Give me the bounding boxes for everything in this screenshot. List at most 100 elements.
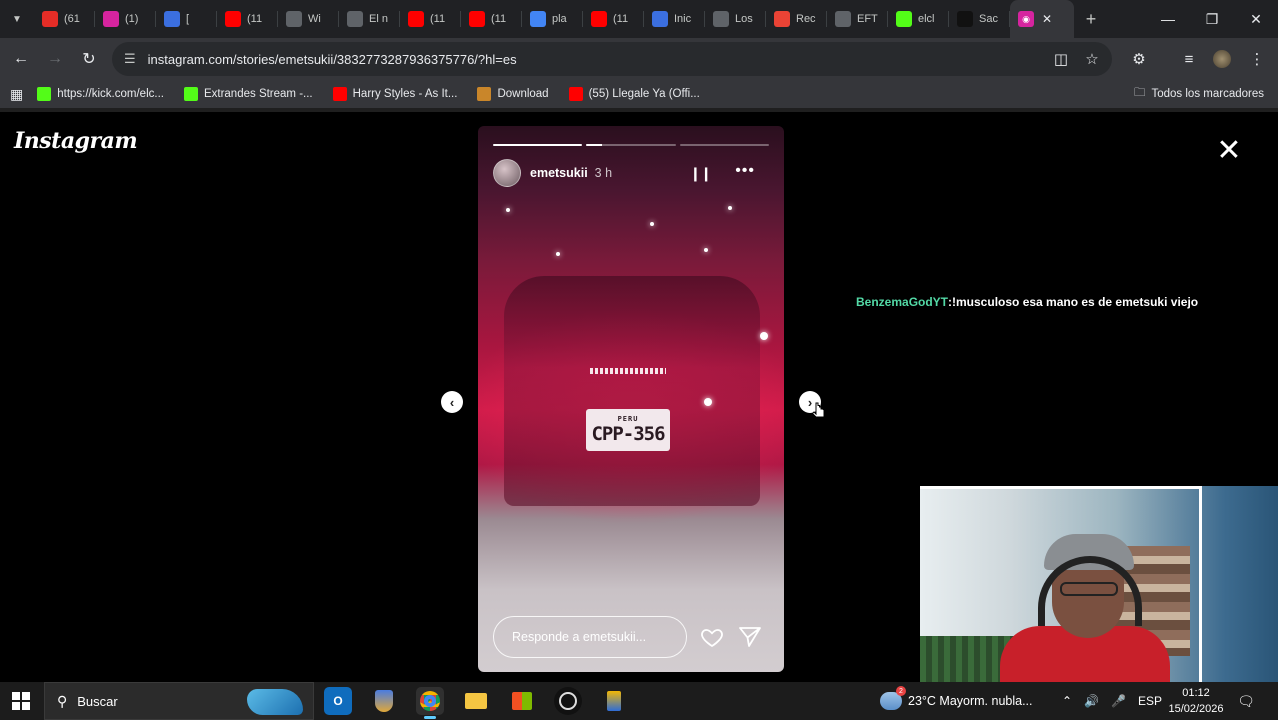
windows-taskbar: ⚲ Buscar O 2 23°C Mayorm. nubla... ⌃ 🔊 🎤…	[0, 682, 1278, 720]
youtube-icon	[225, 11, 241, 27]
bookmark-item[interactable]: Download	[477, 87, 549, 101]
tab-title: elcl	[918, 13, 935, 25]
chevron-up-icon[interactable]: ⌃	[1062, 694, 1072, 708]
language-indicator[interactable]: ESP	[1138, 694, 1162, 708]
reply-input[interactable]: Responde a emetsukii...	[493, 616, 687, 658]
story-header: emetsukii 3 h ❙❙ •••	[493, 156, 769, 190]
bookmark-item[interactable]: (55) Llegale Ya (Offi...	[568, 87, 700, 101]
close-window-button[interactable]: ✕	[1234, 0, 1278, 38]
tab-title: El n	[369, 13, 388, 25]
user-avatar[interactable]	[493, 159, 521, 187]
previous-story-button[interactable]: ‹	[441, 391, 463, 413]
nyt-icon	[713, 11, 729, 27]
brake-light-bar	[590, 368, 666, 374]
tab-0[interactable]: (61	[34, 0, 95, 38]
mouse-pointer-icon	[812, 402, 825, 418]
microphone-icon[interactable]: 🎤	[1111, 694, 1126, 708]
close-tab-icon[interactable]: ✕	[1042, 12, 1052, 26]
site-info-icon[interactable]: ☰	[124, 51, 136, 67]
globe-icon	[835, 11, 851, 27]
share-send-icon[interactable]	[738, 625, 762, 649]
youtube-icon	[591, 11, 607, 27]
story-username[interactable]: emetsukii	[530, 166, 588, 180]
tab-15[interactable]: Sac	[949, 0, 1010, 38]
minimize-button[interactable]: —	[1146, 0, 1190, 38]
obs-icon[interactable]	[554, 687, 582, 715]
forward-button[interactable]: →	[38, 42, 72, 76]
tab-10[interactable]: Inic	[644, 0, 705, 38]
license-plate: PERU CPP-356	[586, 409, 670, 451]
all-bookmarks-button[interactable]: 🗀 Todos los marcadores	[1134, 80, 1264, 108]
cloud-icon: 2	[880, 686, 906, 710]
clock[interactable]: 01:12 15/02/2026	[1160, 685, 1232, 717]
tab-7[interactable]: (11	[461, 0, 522, 38]
chrome-taskbar-icon[interactable]	[416, 687, 444, 719]
start-button[interactable]	[0, 682, 42, 720]
tab-13[interactable]: EFT	[827, 0, 888, 38]
notification-icon[interactable]: 🗨	[1236, 691, 1256, 711]
streamer-image	[1000, 526, 1170, 682]
tab-search-button[interactable]: ▼	[0, 0, 34, 38]
media-control-icon[interactable]: ≡	[1174, 42, 1204, 76]
kick-icon	[183, 87, 198, 101]
chat-overlay-message: BenzemaGodYT : !musculoso esa mano es de…	[852, 292, 1203, 312]
tab-4[interactable]: Wi	[278, 0, 339, 38]
apps-icon[interactable]: ▦	[10, 86, 23, 103]
tab-12[interactable]: Rec	[766, 0, 827, 38]
tab-1[interactable]: (1)	[95, 0, 156, 38]
tab-title: [	[186, 13, 190, 25]
progress-segment	[586, 144, 676, 146]
profile-avatar[interactable]	[1207, 42, 1237, 76]
tab-9[interactable]: (11	[583, 0, 644, 38]
clock-time: 01:12	[1182, 687, 1210, 699]
reload-button[interactable]: ↻	[72, 42, 106, 76]
bookmark-item[interactable]: Harry Styles - As It...	[332, 87, 457, 101]
windows-logo-icon	[12, 692, 30, 710]
extensions-icon[interactable]: ⚙	[1124, 42, 1154, 76]
tab-title: Rec	[796, 13, 816, 25]
file-explorer-icon[interactable]	[462, 687, 490, 715]
kick-icon	[896, 11, 912, 27]
plate-country: PERU	[617, 415, 639, 423]
microsoft-store-icon[interactable]	[508, 687, 536, 715]
tab-5[interactable]: El n	[339, 0, 400, 38]
new-tab-button[interactable]: +	[1074, 0, 1108, 38]
instagram-logo[interactable]: Instagram	[14, 128, 138, 154]
weather-badge: 2	[896, 686, 906, 696]
outlook-icon[interactable]: O	[324, 687, 352, 715]
tab-title: (11	[247, 13, 263, 25]
tab-11[interactable]: Los	[705, 0, 766, 38]
install-app-icon[interactable]: ◫	[1046, 42, 1076, 76]
weather-widget[interactable]: 2 23°C Mayorm. nubla...	[880, 682, 1033, 720]
tab-2[interactable]: [	[156, 0, 217, 38]
bookmark-item[interactable]: https://kick.com/elc...	[37, 87, 164, 101]
close-story-icon[interactable]: ✕	[1214, 136, 1244, 166]
taskbar-search[interactable]: ⚲ Buscar	[44, 682, 314, 720]
story-viewer[interactable]: PERU CPP-356 emetsukii 3 h ❙❙ ••• Respon…	[478, 126, 784, 672]
restore-button[interactable]: ❐	[1190, 0, 1234, 38]
tab-title: (61	[64, 13, 80, 25]
pause-icon[interactable]: ❙❙	[690, 165, 712, 182]
app-icon[interactable]	[600, 687, 628, 715]
toolbar: ← → ↻ ☰ instagram.com/stories/emetsukii/…	[0, 38, 1278, 80]
address-bar[interactable]: ☰ instagram.com/stories/emetsukii/383277…	[112, 42, 1112, 76]
tab-list: (61 (1) [(11 Wi El n (11 (11 pla (11 Inic Los Rec EF…	[34, 0, 1010, 38]
medal-app-icon[interactable]	[370, 687, 398, 715]
speaker-icon[interactable]: 🔊	[1084, 694, 1099, 708]
tab-3[interactable]: (11	[217, 0, 278, 38]
bookmark-star-icon[interactable]: ☆	[1077, 42, 1107, 76]
youtube-icon	[332, 87, 347, 101]
tab-8[interactable]: pla	[522, 0, 583, 38]
more-options-icon[interactable]: •••	[735, 162, 755, 180]
search-icon: ⚲	[57, 692, 68, 709]
tab-6[interactable]: (11	[400, 0, 461, 38]
menu-icon[interactable]: ⋮	[1242, 42, 1272, 76]
url-text: instagram.com/stories/emetsukii/38327732…	[147, 51, 517, 67]
bookmark-label: https://kick.com/elc...	[57, 88, 164, 100]
heart-icon[interactable]	[700, 625, 724, 649]
tab-title: Wi	[308, 13, 321, 25]
back-button[interactable]: ←	[4, 42, 38, 76]
tab-14[interactable]: elcl	[888, 0, 949, 38]
bookmark-item[interactable]: Extrandes Stream -...	[183, 87, 313, 101]
tab-active-instagram[interactable]: ◉ ✕	[1010, 0, 1074, 38]
